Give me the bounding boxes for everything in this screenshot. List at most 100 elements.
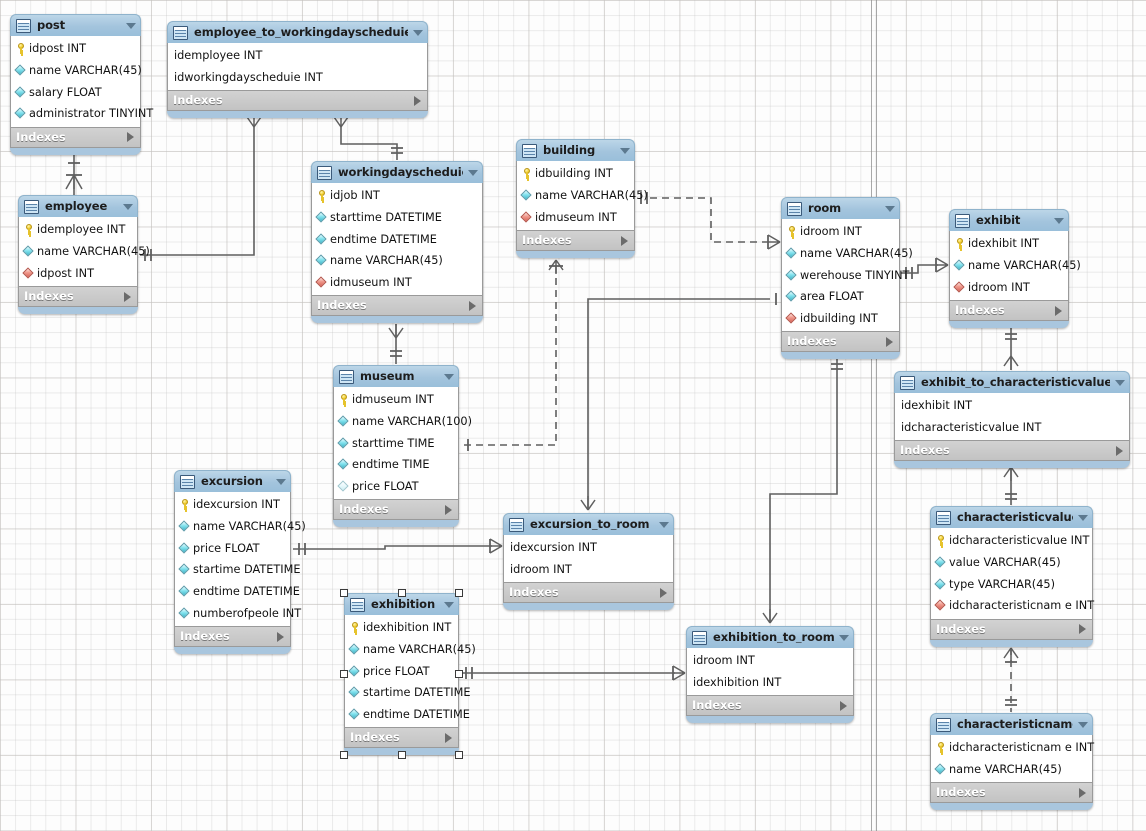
indexes-section-exhibit_to_characteristicvalue[interactable]: Indexes — [894, 441, 1130, 462]
table-header-employee_to_workingdayscheduie[interactable]: employee_to_workingdayscheduie — [167, 21, 428, 43]
table-header-exhibit_to_characteristicvalue[interactable]: exhibit_to_characteristicvalue — [894, 371, 1130, 393]
resize-handle[interactable] — [340, 589, 348, 597]
table-workingdayscheduie[interactable]: workingdayscheduie idjob INT starttime DAT… — [311, 161, 483, 324]
resize-handle[interactable] — [340, 670, 348, 678]
table-column[interactable]: idexhibition INT — [345, 617, 458, 639]
chevron-down-icon[interactable] — [1054, 217, 1064, 224]
indexes-section-excursion_to_room[interactable]: Indexes — [503, 583, 674, 604]
table-header-characteristicvalue[interactable]: characteristicvalue — [930, 506, 1093, 528]
table-column[interactable]: idroom INT — [950, 276, 1068, 298]
table-column[interactable]: name VARCHAR(45) — [950, 255, 1081, 277]
table-column[interactable]: starttime TIME — [334, 432, 458, 454]
indexes-section-exhibition_to_room[interactable]: Indexes — [686, 696, 854, 717]
table-characteristicname[interactable]: characteristicname idcharacteristicnam e … — [930, 713, 1094, 811]
chevron-down-icon[interactable] — [1115, 379, 1125, 386]
table-column[interactable]: idcharacteristicvalue INT — [931, 530, 1092, 552]
table-column[interactable]: starttime DATETIME — [312, 207, 482, 229]
chevron-down-icon[interactable] — [123, 203, 133, 210]
table-column[interactable]: idemployee INT — [19, 219, 137, 241]
indexes-section-building[interactable]: Indexes — [516, 231, 635, 252]
table-column[interactable]: name VARCHAR(45) — [11, 60, 142, 82]
table-column[interactable]: idjob INT — [312, 185, 482, 207]
chevron-down-icon[interactable] — [885, 205, 895, 212]
chevron-down-icon[interactable] — [839, 634, 849, 641]
table-header-exhibition_to_room[interactable]: exhibition_to_room — [686, 626, 854, 648]
resize-handle[interactable] — [397, 751, 406, 759]
chevron-down-icon[interactable] — [620, 147, 630, 154]
table-column[interactable]: idexhibit INT — [950, 233, 1068, 255]
table-header-building[interactable]: building — [516, 139, 635, 161]
indexes-section-exhibition[interactable]: Indexes — [344, 728, 459, 749]
table-column[interactable]: salary FLOAT — [11, 81, 140, 103]
resize-handle[interactable] — [340, 751, 348, 759]
table-column[interactable]: endtime TIME — [334, 454, 458, 476]
table-column[interactable]: idexhibition INT — [687, 672, 853, 694]
expand-arrow-icon[interactable] — [127, 132, 134, 143]
chevron-down-icon[interactable] — [444, 373, 454, 380]
indexes-section-excursion[interactable]: Indexes — [174, 627, 291, 648]
table-column[interactable]: price FLOAT — [345, 660, 458, 682]
table-column[interactable]: idcharacteristicnam e INT — [931, 737, 1094, 759]
table-column[interactable]: name VARCHAR(45) — [312, 250, 482, 272]
table-employee[interactable]: employee idemployee INT name VARCHAR(45) id… — [18, 195, 150, 315]
table-exhibition_to_room[interactable]: exhibition_to_room idroom INT idexhibition… — [686, 626, 854, 724]
table-column[interactable]: idmuseum INT — [334, 389, 458, 411]
eer-diagram-canvas[interactable]: post idpost INT name VARCHAR(45) salary FLO… — [0, 0, 1146, 831]
table-column[interactable]: startime DATETIME — [345, 682, 471, 704]
table-column[interactable]: idroom INT — [504, 559, 673, 581]
chevron-down-icon[interactable] — [276, 478, 286, 485]
resize-handle[interactable] — [455, 670, 463, 678]
expand-arrow-icon[interactable] — [445, 504, 452, 515]
table-column[interactable]: idmuseum INT — [517, 206, 634, 228]
table-building[interactable]: building idbuilding INT name VARCHAR(45) id… — [516, 139, 648, 259]
table-museum[interactable]: museum idmuseum INT name VARCHAR(100) start… — [333, 365, 472, 528]
table-column[interactable]: idbuilding INT — [782, 308, 899, 330]
table-column[interactable]: idemployee INT — [168, 45, 427, 67]
table-column[interactable]: endtime DATETIME — [312, 228, 482, 250]
table-post[interactable]: post idpost INT name VARCHAR(45) salary FLO… — [10, 14, 153, 155]
table-column[interactable]: name VARCHAR(45) — [517, 185, 648, 207]
table-exhibit[interactable]: exhibit idexhibit INT name VARCHAR(45) idro… — [949, 209, 1081, 329]
chevron-down-icon[interactable] — [413, 29, 423, 36]
table-header-employee[interactable]: employee — [18, 195, 138, 217]
chevron-down-icon[interactable] — [1078, 721, 1088, 728]
expand-arrow-icon[interactable] — [840, 700, 847, 711]
table-column[interactable]: name VARCHAR(45) — [175, 516, 306, 538]
table-characteristicvalue[interactable]: characteristicvalue idcharacteristicvalue… — [930, 506, 1094, 647]
resize-handle[interactable] — [455, 751, 463, 759]
table-header-room[interactable]: room — [781, 197, 900, 219]
indexes-section-museum[interactable]: Indexes — [333, 500, 459, 521]
table-column[interactable]: type VARCHAR(45) — [931, 573, 1092, 595]
table-column[interactable]: administrator TINYINT — [11, 103, 153, 125]
table-column[interactable]: idworkingdayscheduie INT — [168, 67, 427, 89]
expand-arrow-icon[interactable] — [660, 587, 667, 598]
chevron-down-icon[interactable] — [444, 601, 454, 608]
table-excursion_to_room[interactable]: excursion_to_room idexcursion INT idroom I… — [503, 513, 674, 611]
table-column[interactable]: endtime DATETIME — [175, 581, 300, 603]
table-column[interactable]: name VARCHAR(100) — [334, 411, 472, 433]
chevron-down-icon[interactable] — [1078, 514, 1088, 521]
chevron-down-icon[interactable] — [126, 22, 136, 29]
table-exhibition[interactable]: exhibition idexhibition INT name VARCHAR(4… — [344, 593, 476, 756]
table-column[interactable]: idcharacteristicvalue INT — [895, 417, 1129, 439]
table-column[interactable]: idpost INT — [11, 38, 140, 60]
table-column[interactable]: name VARCHAR(45) — [345, 639, 476, 661]
table-column[interactable]: name VARCHAR(45) — [931, 759, 1092, 781]
table-header-characteristicname[interactable]: characteristicname — [930, 713, 1093, 735]
table-room[interactable]: room idroom INT name VARCHAR(45) werehouse … — [781, 197, 913, 360]
expand-arrow-icon[interactable] — [621, 235, 628, 246]
table-excursion[interactable]: excursion idexcursion INT name VARCHAR(45)… — [174, 470, 306, 655]
table-column[interactable]: werehouse TINYINT — [782, 264, 909, 286]
expand-arrow-icon[interactable] — [277, 631, 284, 642]
table-column[interactable]: price FLOAT — [175, 537, 290, 559]
table-column[interactable]: idexhibit INT — [895, 395, 1129, 417]
table-column[interactable]: value VARCHAR(45) — [931, 552, 1092, 574]
table-column[interactable]: idroom INT — [687, 650, 853, 672]
indexes-section-employee[interactable]: Indexes — [18, 287, 138, 308]
indexes-section-employee_to_workingdayscheduie[interactable]: Indexes — [167, 91, 428, 112]
table-column[interactable]: price FLOAT — [334, 476, 458, 498]
indexes-section-post[interactable]: Indexes — [10, 127, 141, 148]
table-column[interactable]: numberofpeole INT — [175, 602, 301, 624]
table-column[interactable]: idexcursion INT — [504, 537, 673, 559]
indexes-section-characteristicname[interactable]: Indexes — [930, 783, 1093, 804]
